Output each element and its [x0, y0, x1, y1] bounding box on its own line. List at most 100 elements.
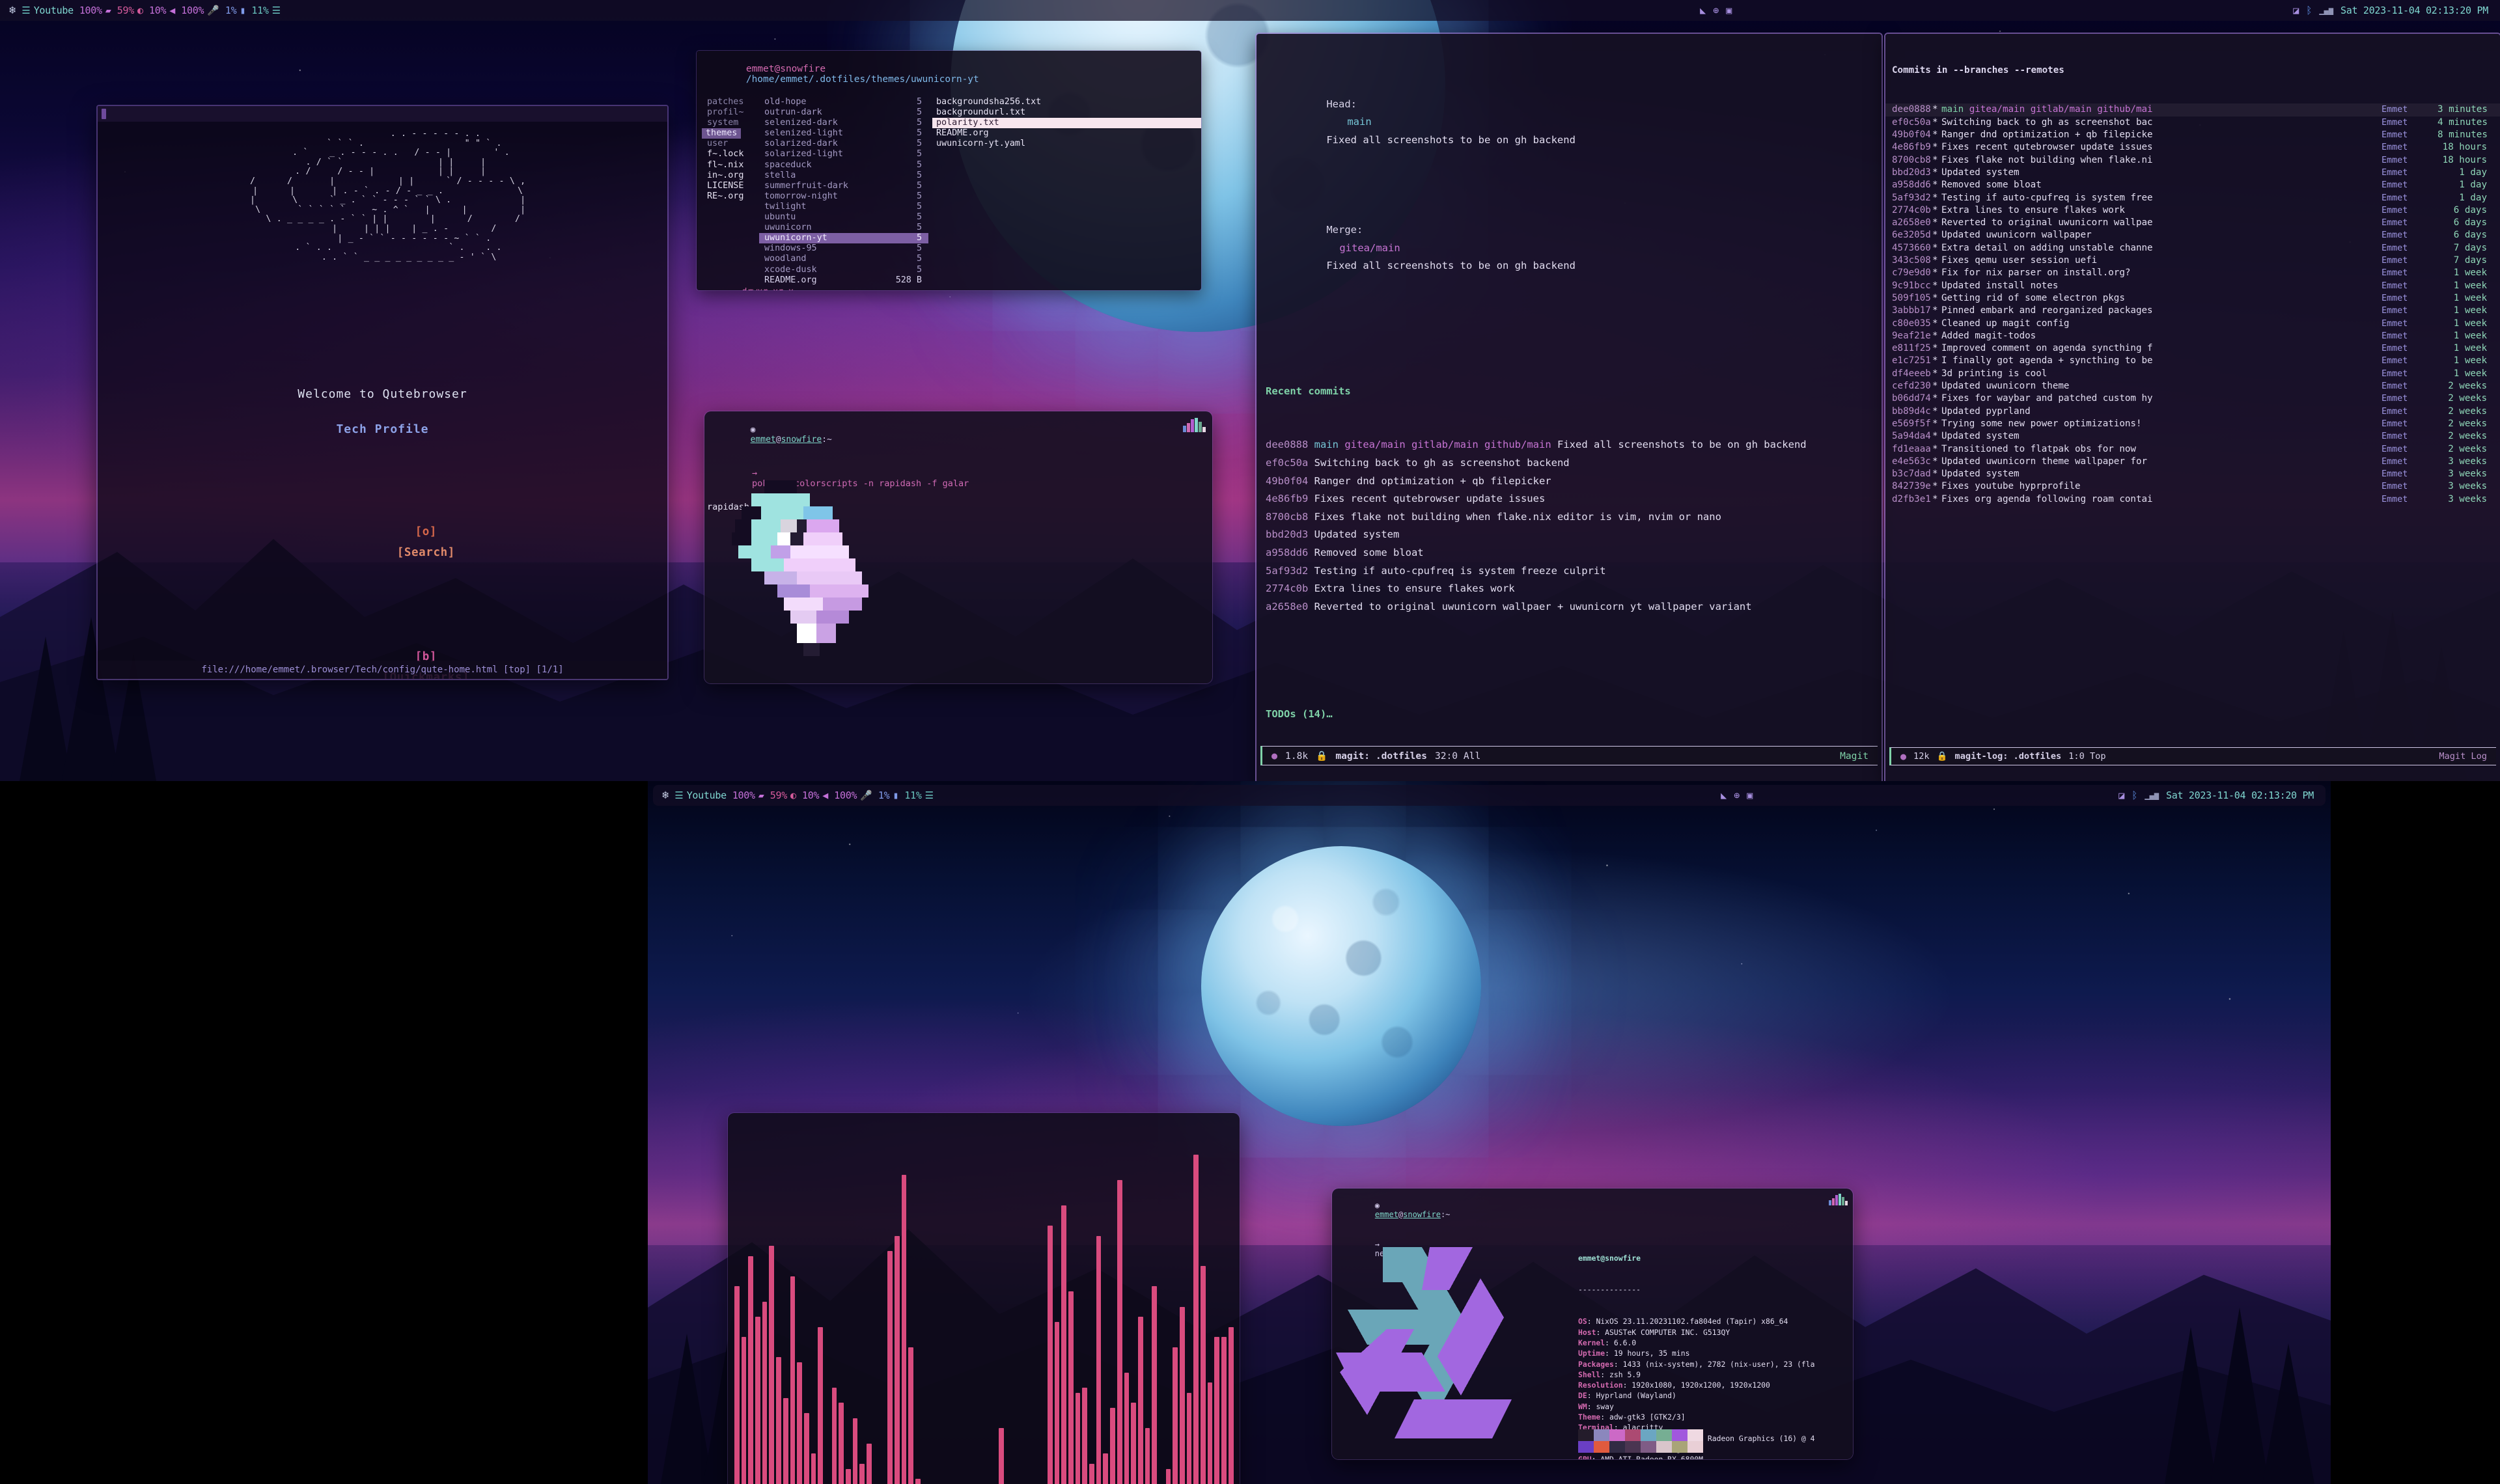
notifications-off-icon[interactable]: ◪ [2293, 5, 2299, 16]
clock[interactable]: Sat 2023-11-04 02:13:20 PM [2166, 790, 2314, 801]
magit-log-row[interactable]: 5a94da4 * Updated system Emmet 2 weeks [1885, 430, 2500, 443]
magit-log-row[interactable]: b3c7dad * Updated system Emmet 3 weeks [1885, 468, 2500, 480]
magit-log-row[interactable]: 343c508 * Fixes qemu user session uefi Emme… [1885, 254, 2500, 267]
bluetooth-icon[interactable]: ᛒ [2306, 5, 2312, 16]
microphone-module[interactable]: 100% 🎤 [834, 790, 872, 801]
display-icon[interactable]: ▣ [1726, 5, 1732, 16]
wifi-signal-icon[interactable]: ▁▄▆ [2319, 6, 2333, 15]
display-icon[interactable]: ▣ [1747, 790, 1753, 801]
magit-log-header[interactable]: Commits in --branches --remotes [1885, 64, 2500, 79]
magit-log-row[interactable]: c79e9d0 * Fix for nix parser on install.or… [1885, 267, 2500, 279]
ranger-parent-item[interactable]: in~.org [702, 171, 759, 181]
magit-log-row[interactable]: a2658e0 * Reverted to original uwunicorn w… [1885, 217, 2500, 229]
magit-log-row[interactable]: ef0c50a * Switching back to gh as screensh… [1885, 117, 2500, 129]
tab-indicator[interactable] [102, 109, 106, 119]
magit-status-window[interactable]: Head: main Fixed all screenshots to be o… [1257, 34, 1882, 781]
ranger-current-item[interactable]: solarized-light 5 [759, 149, 928, 159]
ranger-parent-item[interactable]: profil~ [702, 107, 759, 118]
notifications-off-icon[interactable]: ◪ [2118, 790, 2124, 801]
battery-module[interactable]: 100% ▰ [732, 790, 764, 801]
ranger-file-manager-window[interactable]: emmet@snowfire /home/emmet/.dotfiles/the… [697, 51, 1201, 290]
magit-commit-row[interactable]: dee0888 main gitea/main gitlab/main gith… [1266, 436, 1872, 454]
ranger-preview-item[interactable]: polarity.txt [932, 118, 1201, 129]
ranger-current-item[interactable]: stella 5 [759, 171, 928, 181]
magit-log-row[interactable]: 842739e * Fixes youtube hyprprofile Emmet 3 … [1885, 480, 2500, 493]
ranger-preview-column[interactable]: backgroundsha256.txt backgroundurl.txt pol… [928, 97, 1201, 290]
ranger-current-item[interactable]: ubuntu 5 [759, 212, 928, 223]
magit-commit-row[interactable]: bbd20d3 Updated system [1266, 526, 1872, 544]
ranger-current-item[interactable]: twilight 5 [759, 202, 928, 212]
magit-commit-row[interactable]: 8700cb8 Fixes flake not building when fl… [1266, 508, 1872, 527]
magit-log-row[interactable]: 5af93d2 * Testing if auto-cpufreq is syste… [1885, 192, 2500, 204]
magit-log-row[interactable]: c80e035 * Cleaned up magit config Emmet 1 we… [1885, 318, 2500, 330]
magit-log-row[interactable]: bb89d4c * Updated pyprland Emmet 2 weeks [1885, 405, 2500, 418]
ranger-current-item[interactable]: summerfruit-dark 5 [759, 181, 928, 191]
ranger-parent-item[interactable]: f~.lock [702, 149, 759, 159]
magit-log-row[interactable]: b06dd74 * Fixes for waybar and patched cus… [1885, 392, 2500, 405]
ranger-parent-item[interactable]: user [702, 139, 759, 149]
ranger-parent-item[interactable]: system [702, 118, 759, 128]
microphone-module[interactable]: 100% 🎤 [181, 5, 219, 16]
magit-log-row[interactable]: 3abbb17 * Pinned embark and reorganized pa… [1885, 305, 2500, 317]
network-icon[interactable]: ⊕ [1713, 5, 1719, 16]
network-icon[interactable]: ⊕ [1734, 790, 1740, 801]
media-player-module[interactable]: ☰ Youtube [674, 790, 727, 801]
ranger-preview-item[interactable]: uwunicorn-yt.yaml [936, 139, 1201, 149]
bluetooth-icon[interactable]: ᛒ [2132, 790, 2137, 801]
magit-log-row[interactable]: e1c7251 * I finally got agenda + syncthing… [1885, 355, 2500, 367]
vpn-icon[interactable]: ◣ [1721, 790, 1727, 801]
magit-commit-row[interactable]: 4e86fb9 Fixes recent qutebrowser update … [1266, 490, 1872, 508]
magit-log-row[interactable]: e569f5f * Trying some new power optimizati… [1885, 418, 2500, 430]
pokemon-terminal-window[interactable]: ◉ emmet@snowfire:~ → pokemon-colorscript… [704, 411, 1212, 683]
volume-module[interactable]: 10% ◀ [802, 790, 828, 801]
media-player-module[interactable]: ☰ Youtube [21, 5, 74, 16]
ranger-parent-item[interactable]: themes [702, 128, 742, 139]
ranger-current-item[interactable]: uwunicorn 5 [759, 223, 928, 233]
ranger-current-item[interactable]: xcode-dusk 5 [759, 265, 928, 275]
ranger-preview-item[interactable]: README.org [936, 128, 1201, 139]
shortcut-search[interactable]: [o] [Search] [98, 501, 667, 584]
magit-log-row[interactable]: e811f25 * Improved comment on agenda synct… [1885, 342, 2500, 355]
ranger-parent-item[interactable]: RE~.org [702, 191, 759, 202]
magit-section-recent-commits[interactable]: Recent commits [1266, 383, 1872, 401]
ranger-current-item[interactable]: outrun-dark 5 [759, 107, 928, 118]
magit-commit-row[interactable]: 49b0f04 Ranger dnd optimization + qb fil… [1266, 473, 1872, 491]
magit-log-row[interactable]: fd1eaaa * Transitioned to flatpak obs for … [1885, 443, 2500, 456]
ranger-preview-item[interactable]: backgroundsha256.txt [936, 97, 1201, 107]
magit-log-row[interactable]: 8700cb8 * Fixes flake not building when fl… [1885, 154, 2500, 167]
magit-log-row[interactable]: 4e86fb9 * Fixes recent qutebrowser update … [1885, 141, 2500, 154]
magit-log-row[interactable]: a958dd6 * Removed some bloat Emmet 1 day [1885, 179, 2500, 191]
magit-commit-row[interactable]: ef0c50a Switching back to gh as screensh… [1266, 454, 1872, 473]
magit-commit-row[interactable]: a958dd6 Removed some bloat [1266, 544, 1872, 562]
magit-section-todos[interactable]: TODOs (14)… [1266, 706, 1872, 724]
qutebrowser-window[interactable]: . . - - - - - . . ` ` ` . " " ` . . ` _ … [98, 106, 667, 679]
cpu-module[interactable]: 1% ▮ [878, 790, 899, 801]
magit-log-row[interactable]: 49b0f04 * Ranger dnd optimization + qb fil… [1885, 129, 2500, 141]
volume-module[interactable]: 10% ◀ [149, 5, 175, 16]
magit-log-row[interactable]: 9eaf21e * Added magit-todos Emmet 1 week [1885, 330, 2500, 342]
magit-commit-row[interactable]: a2658e0 Reverted to original uwunicorn w… [1266, 598, 1872, 616]
magit-log-row[interactable]: 2774c0b * Extra lines to ensure flakes wor… [1885, 204, 2500, 217]
magit-log-row[interactable]: 6e3205d * Updated uwunicorn wallpaper Emmet… [1885, 229, 2500, 241]
magit-log-row[interactable]: 9c91bcc * Updated install notes Emmet 1 week [1885, 280, 2500, 292]
memory-module[interactable]: 11% ☰ [251, 5, 281, 16]
ranger-parent-item[interactable]: LICENSE [702, 181, 759, 191]
magit-log-row[interactable]: e4e563c * Updated uwunicorn theme wallpape… [1885, 456, 2500, 468]
neofetch-terminal-window[interactable]: ◉ emmet@snowfire:~ → neofetch [1332, 1189, 1853, 1459]
ranger-parent-item[interactable]: fl~.nix [702, 160, 759, 171]
magit-commit-row[interactable]: 5af93d2 Testing if auto-cpufreq is syste… [1266, 562, 1872, 581]
ranger-current-item[interactable]: spaceduck 5 [759, 160, 928, 171]
memory-module[interactable]: 11% ☰ [904, 790, 934, 801]
cava-visualizer-window[interactable] [728, 1113, 1240, 1484]
brightness-module[interactable]: 59% ◐ [770, 790, 796, 801]
ranger-current-item[interactable]: solarized-dark 5 [759, 139, 928, 149]
ranger-parent-item[interactable]: patches [702, 97, 759, 107]
clock[interactable]: Sat 2023-11-04 02:13:20 PM [2340, 5, 2488, 16]
magit-commit-row[interactable]: 2774c0b Extra lines to ensure flakes wor… [1266, 580, 1872, 598]
ranger-current-item[interactable]: woodland 5 [759, 254, 928, 264]
battery-module[interactable]: 100% ▰ [79, 5, 111, 16]
magit-log-row[interactable]: 509f105 * Getting rid of some electron pkg… [1885, 292, 2500, 305]
ranger-current-item[interactable]: windows-95 5 [759, 243, 928, 254]
vpn-icon[interactable]: ◣ [1700, 5, 1706, 16]
nix-logo-icon[interactable]: ❄ [662, 789, 669, 802]
